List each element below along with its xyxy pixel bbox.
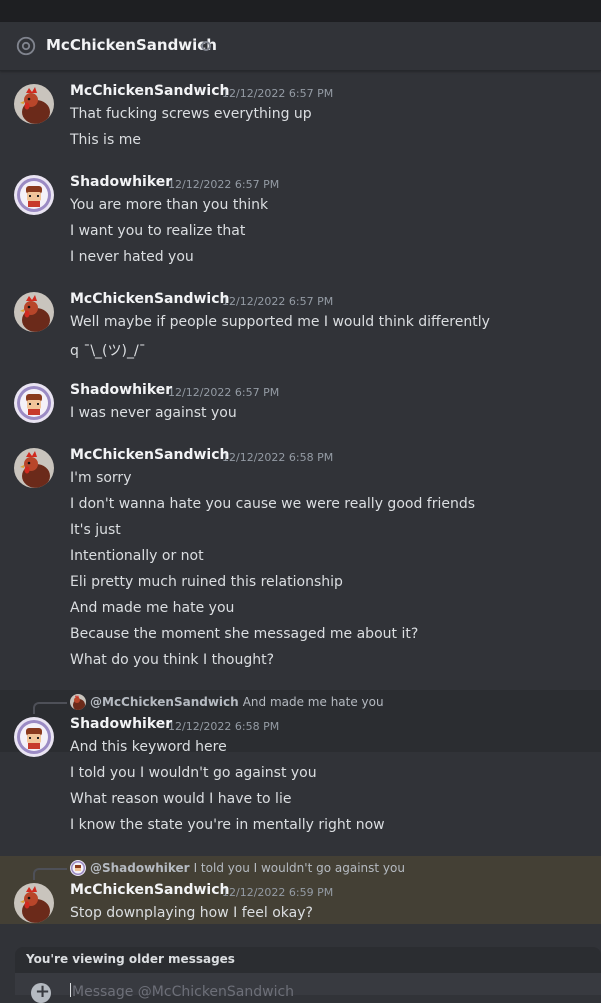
older-messages-text: You're viewing older messages (26, 952, 235, 966)
message-text: Well maybe if people supported me I woul… (70, 314, 490, 330)
avatar[interactable] (14, 84, 54, 124)
reply-spine (33, 868, 67, 880)
message-text: Eli pretty much ruined this relationship (70, 574, 343, 590)
reply-text: I told you I wouldn't go against you (193, 861, 405, 875)
message-list[interactable]: McChickenSandwich 12/12/2022 6:57 PM Tha… (0, 71, 601, 951)
reply-preview[interactable]: @McChickenSandwich And made me hate you (70, 694, 384, 710)
message-text: That fucking screws everything up (70, 106, 312, 122)
message-text: Intentionally or not (70, 548, 204, 564)
rooster-avatar-icon (70, 694, 86, 710)
avatar[interactable] (14, 292, 54, 332)
message-text: And this keyword here (70, 739, 227, 755)
message-text: q ¯\_(ツ)_/¯ (70, 343, 146, 359)
character-avatar-icon (14, 175, 54, 215)
message-text: I want you to realize that (70, 223, 246, 239)
avatar[interactable] (14, 383, 54, 423)
message-text: I never hated you (70, 249, 194, 265)
status-indicator-icon (201, 41, 211, 51)
character-avatar-icon (70, 860, 86, 876)
character-avatar-icon (14, 717, 54, 757)
timestamp: 12/12/2022 6:58 PM (222, 451, 334, 464)
avatar[interactable] (14, 883, 54, 923)
author-name[interactable]: Shadowhiker (70, 382, 172, 398)
character-avatar-icon (14, 383, 54, 423)
reply-text: And made me hate you (242, 695, 384, 709)
message-text: Because the moment she messaged me about… (70, 626, 419, 642)
message-composer[interactable]: Message @McChickenSandwich (15, 973, 601, 1003)
message-text: What reason would I have to lie (70, 791, 292, 807)
message-group[interactable]: @Shadowhiker I told you I wouldn't go ag… (0, 856, 601, 924)
message-text: I don't wanna hate you cause we were rea… (70, 496, 476, 512)
message-group[interactable]: McChickenSandwich 12/12/2022 6:58 PM I'm… (0, 435, 601, 690)
message-text: What do you think I thought? (70, 652, 275, 668)
add-attachment-icon[interactable] (31, 981, 51, 1003)
avatar[interactable] (14, 717, 54, 757)
timestamp: 12/12/2022 6:57 PM (222, 87, 334, 100)
message-text: You are more than you think (70, 197, 269, 213)
reply-avatar (70, 860, 86, 876)
avatar[interactable] (14, 448, 54, 488)
reply-avatar (70, 694, 86, 710)
timestamp: 12/12/2022 6:57 PM (168, 386, 280, 399)
author-name[interactable]: Shadowhiker (70, 174, 172, 190)
message-text: I know the state you're in mentally righ… (70, 817, 385, 833)
message-group[interactable]: @McChickenSandwich And made me hate you … (0, 690, 601, 848)
message-input[interactable]: Message @McChickenSandwich (72, 984, 294, 1000)
rooster-avatar-icon (14, 448, 54, 488)
timestamp: 12/12/2022 6:57 PM (168, 178, 280, 191)
message-text: I told you I wouldn't go against you (70, 765, 317, 781)
message-text: I'm sorry (70, 470, 132, 486)
rooster-avatar-icon (14, 883, 54, 923)
message-text: And made me hate you (70, 600, 235, 616)
rooster-avatar-icon (14, 292, 54, 332)
reply-author[interactable]: @Shadowhiker (90, 861, 190, 875)
message-text: Stop downplaying how I feel okay? (70, 905, 313, 921)
message-group[interactable]: McChickenSandwich 12/12/2022 6:57 PM Wel… (0, 279, 601, 369)
message-text: I was never against you (70, 405, 237, 421)
reply-spine (33, 702, 67, 714)
avatar[interactable] (14, 175, 54, 215)
message-text: This is me (70, 132, 141, 148)
older-messages-banner[interactable]: You're viewing older messages (15, 947, 601, 973)
reply-author[interactable]: @McChickenSandwich (90, 695, 239, 709)
channel-header: McChickenSandwich (0, 22, 601, 71)
timestamp: 12/12/2022 6:59 PM (222, 886, 334, 899)
message-group[interactable]: McChickenSandwich 12/12/2022 6:57 PM Tha… (0, 71, 601, 161)
channel-title[interactable]: McChickenSandwich (46, 36, 217, 54)
window-titlebar (0, 0, 601, 22)
at-icon (16, 36, 36, 56)
message-text: It's just (70, 522, 121, 538)
author-name[interactable]: Shadowhiker (70, 716, 172, 732)
author-name[interactable]: McChickenSandwich (70, 882, 229, 898)
author-name[interactable]: McChickenSandwich (70, 291, 229, 307)
rooster-avatar-icon (14, 84, 54, 124)
message-group[interactable]: Shadowhiker 12/12/2022 6:57 PM You are m… (0, 161, 601, 279)
author-name[interactable]: McChickenSandwich (70, 447, 229, 463)
timestamp: 12/12/2022 6:58 PM (168, 720, 280, 733)
timestamp: 12/12/2022 6:57 PM (222, 295, 334, 308)
author-name[interactable]: McChickenSandwich (70, 83, 229, 99)
reply-preview[interactable]: @Shadowhiker I told you I wouldn't go ag… (70, 860, 405, 876)
message-group[interactable]: Shadowhiker 12/12/2022 6:57 PM I was nev… (0, 369, 601, 435)
